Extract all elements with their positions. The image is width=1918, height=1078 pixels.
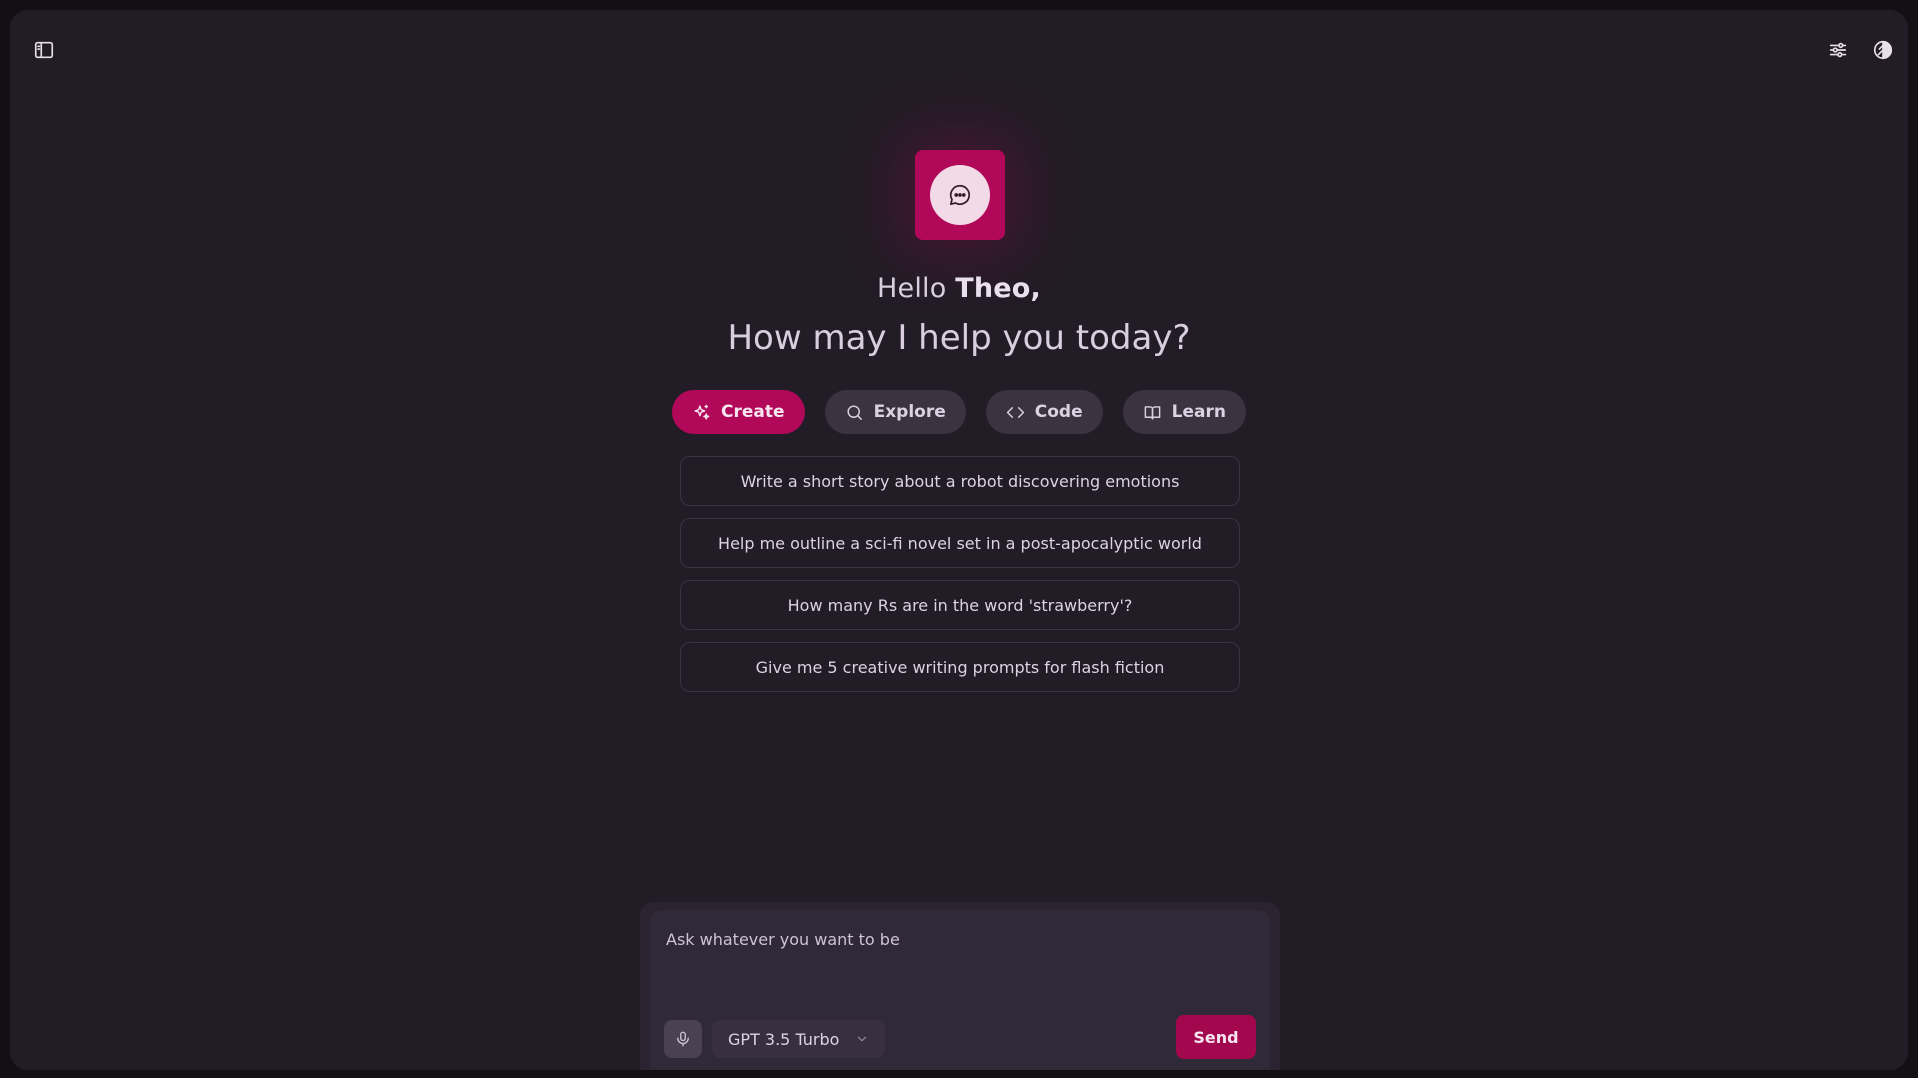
theme-toggle-icon — [1872, 39, 1894, 61]
microphone-button[interactable] — [664, 1020, 702, 1058]
search-icon — [845, 403, 864, 422]
app-window: Hello Theo, How may I help you today? Cr… — [10, 10, 1908, 1070]
composer: GPT 3.5 Turbo Send — [650, 910, 1270, 1070]
sidebar-toggle-button[interactable] — [30, 36, 58, 64]
chat-bubble-icon — [930, 165, 990, 225]
tab-learn[interactable]: Learn — [1122, 390, 1246, 434]
chevron-down-icon — [855, 1032, 869, 1046]
category-tabs: Create Explore Code Learn — [10, 390, 1908, 434]
user-name: Theo, — [955, 273, 1041, 304]
sliders-icon — [1827, 39, 1849, 61]
suggestion-item[interactable]: Write a short story about a robot discov… — [680, 456, 1240, 506]
suggestion-item[interactable]: Give me 5 creative writing prompts for f… — [680, 642, 1240, 692]
tab-code-label: Code — [1034, 402, 1083, 422]
microphone-icon — [674, 1030, 692, 1048]
tab-explore-label: Explore — [873, 402, 946, 422]
suggestion-item[interactable]: How many Rs are in the word 'strawberry'… — [680, 580, 1240, 630]
code-icon — [1006, 403, 1025, 422]
assistant-logo — [915, 150, 1005, 240]
sidebar-toggle-icon — [33, 39, 55, 61]
send-button[interactable]: Send — [1176, 1015, 1256, 1059]
theme-toggle-button[interactable] — [1869, 36, 1897, 64]
book-icon — [1143, 403, 1162, 422]
model-select[interactable]: GPT 3.5 Turbo — [712, 1020, 886, 1058]
tab-code[interactable]: Code — [985, 390, 1103, 434]
greeting-prefix: Hello — [877, 273, 956, 304]
tab-explore[interactable]: Explore — [824, 390, 966, 434]
suggestion-list: Write a short story about a robot discov… — [680, 456, 1240, 704]
tab-learn-label: Learn — [1171, 402, 1226, 422]
model-select-label: GPT 3.5 Turbo — [728, 1029, 840, 1049]
settings-button[interactable] — [1824, 36, 1852, 64]
tab-create-label: Create — [721, 402, 785, 422]
greeting: Hello Theo, — [10, 273, 1908, 304]
tab-create[interactable]: Create — [672, 390, 805, 434]
page-subtitle: How may I help you today? — [727, 318, 1191, 358]
message-input[interactable] — [664, 928, 1258, 992]
sparkles-icon — [692, 403, 711, 422]
suggestion-item[interactable]: Help me outline a sci-fi novel set in a … — [680, 518, 1240, 568]
